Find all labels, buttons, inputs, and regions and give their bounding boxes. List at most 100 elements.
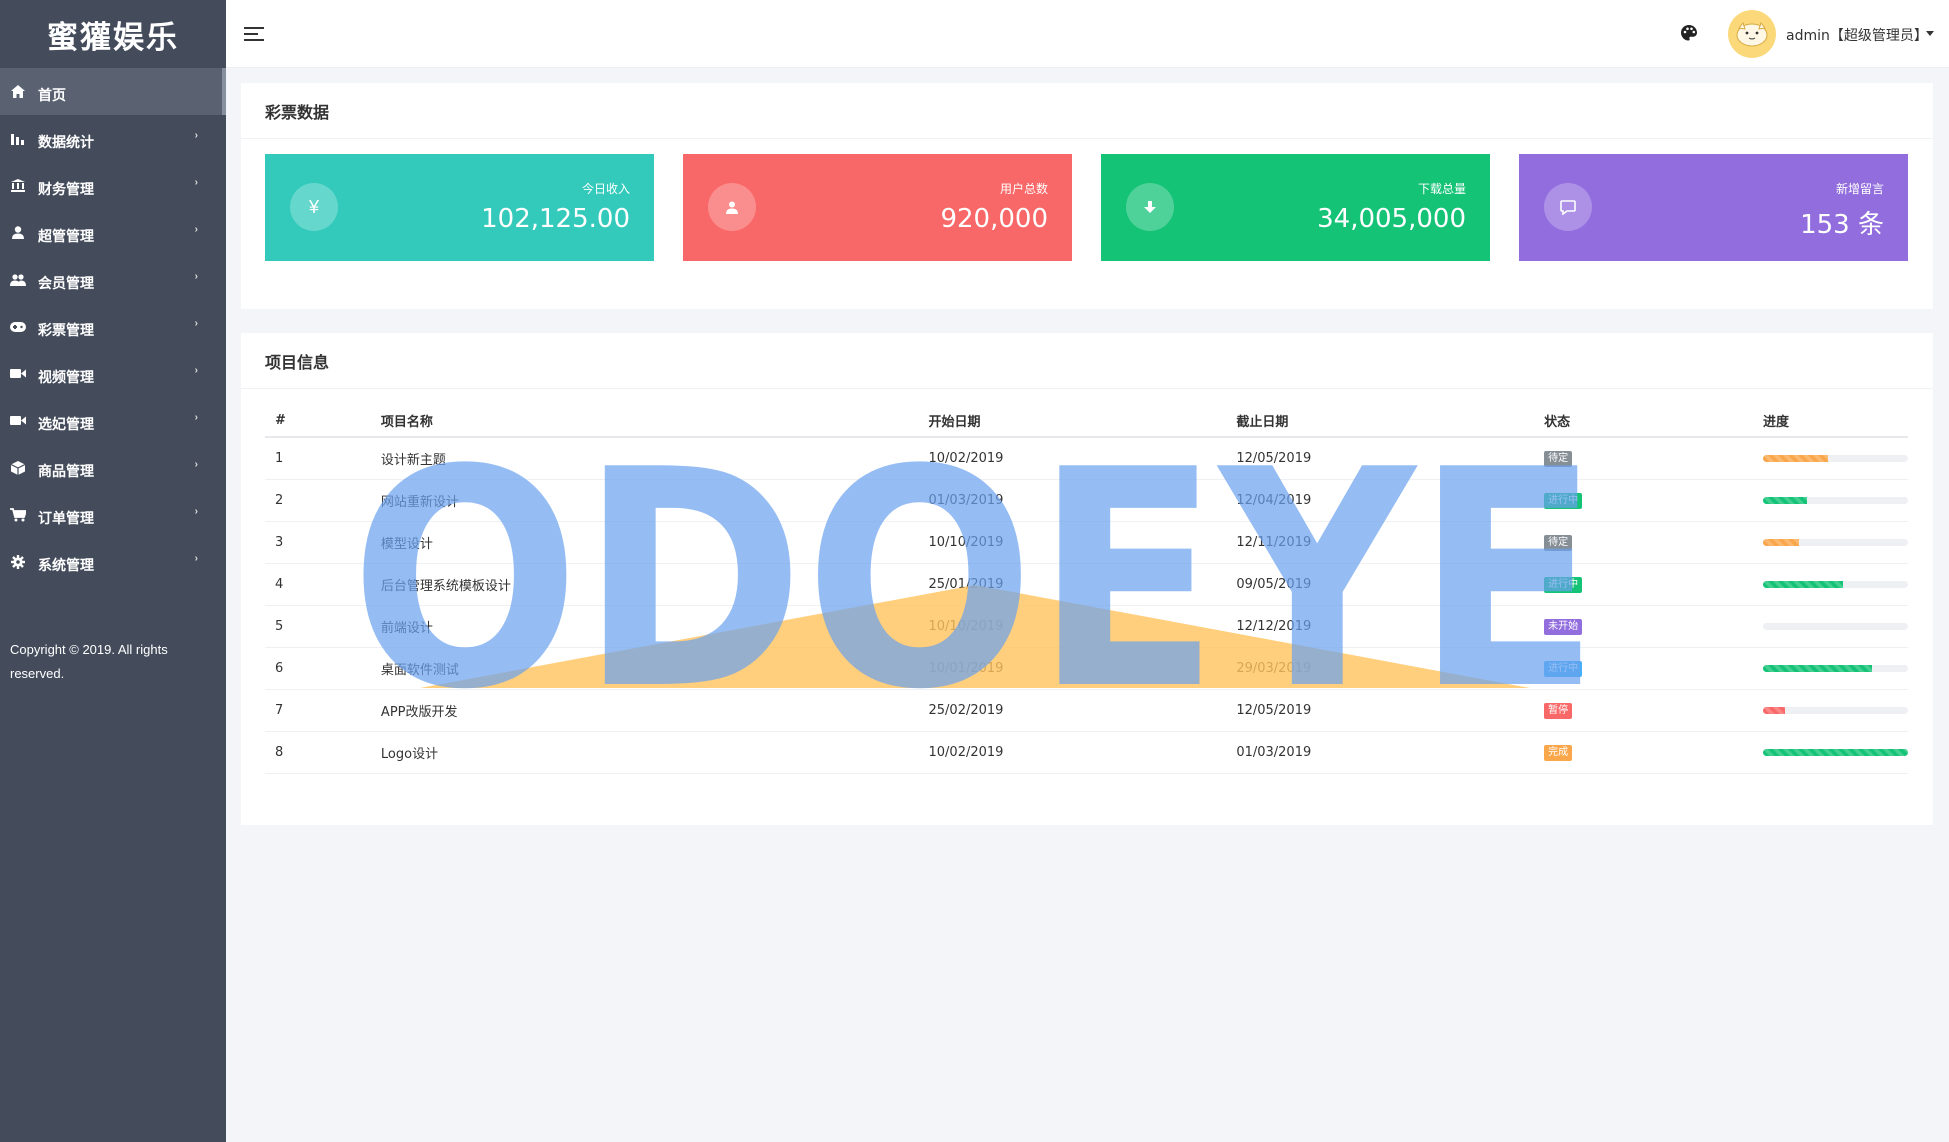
stat-card-messages: 新增留言 153 条 bbox=[1519, 154, 1908, 261]
row-id: 4 bbox=[265, 563, 371, 606]
avatar[interactable] bbox=[1728, 10, 1776, 58]
chevron-down-icon[interactable] bbox=[1926, 31, 1934, 36]
table-header-row: # 项目名称 开始日期 截止日期 状态 进度 bbox=[265, 405, 1908, 438]
chevron-right-icon: › bbox=[194, 412, 198, 423]
row-end-date: 01/03/2019 bbox=[1226, 731, 1535, 774]
sidebar-item-label: 商品管理 bbox=[38, 463, 94, 480]
column-header: 进度 bbox=[1753, 405, 1908, 438]
table-row[interactable]: 8 Logo设计 10/02/2019 01/03/2019 完成 bbox=[265, 731, 1908, 774]
row-project-name: Logo设计 bbox=[370, 731, 919, 774]
progress-bar bbox=[1763, 706, 1908, 714]
status-badge: 进行中 bbox=[1544, 492, 1583, 509]
progress-bar bbox=[1763, 538, 1908, 546]
status-badge: 进行中 bbox=[1544, 660, 1583, 677]
sidebar-item-label: 超管管理 bbox=[38, 228, 94, 245]
row-status: 进行中 bbox=[1534, 479, 1753, 522]
sidebar-item-home[interactable]: 首页 bbox=[0, 68, 226, 115]
progress-bar bbox=[1763, 580, 1908, 588]
progress-bar-fill bbox=[1763, 538, 1800, 546]
chevron-right-icon: › bbox=[194, 224, 198, 235]
row-progress bbox=[1753, 563, 1908, 606]
user-menu[interactable]: admin【超级管理员】 bbox=[1786, 25, 1928, 45]
row-status: 完成 bbox=[1534, 731, 1753, 774]
chevron-right-icon: › bbox=[194, 318, 198, 329]
progress-bar-fill bbox=[1763, 748, 1908, 756]
comment-icon bbox=[1544, 183, 1592, 231]
table-row[interactable]: 7 APP改版开发 25/02/2019 12/05/2019 暂停 bbox=[265, 689, 1908, 732]
table-row[interactable]: 6 桌面软件测试 10/01/2019 29/03/2019 进行中 bbox=[265, 647, 1908, 690]
status-badge: 未开始 bbox=[1544, 618, 1583, 635]
row-progress bbox=[1753, 437, 1908, 480]
bank-icon bbox=[8, 177, 28, 195]
row-project-name: 设计新主题 bbox=[370, 437, 919, 480]
camera-icon bbox=[8, 412, 28, 430]
table-row[interactable]: 2 网站重新设计 01/03/2019 12/04/2019 进行中 bbox=[265, 479, 1908, 522]
row-progress bbox=[1753, 731, 1908, 774]
sidebar-item-system[interactable]: 系统管理 › bbox=[0, 538, 226, 585]
table-row[interactable]: 3 模型设计 10/10/2019 12/11/2019 待定 bbox=[265, 521, 1908, 564]
row-status: 待定 bbox=[1534, 521, 1753, 564]
box-icon bbox=[8, 459, 28, 477]
menu-toggle-icon[interactable] bbox=[244, 25, 266, 43]
status-badge: 完成 bbox=[1544, 744, 1573, 761]
progress-bar bbox=[1763, 622, 1908, 630]
stat-label: 新增留言 bbox=[1835, 182, 1884, 196]
column-header: 截止日期 bbox=[1226, 405, 1535, 438]
sidebar-item-orders[interactable]: 订单管理 › bbox=[0, 491, 226, 538]
sidebar-item-finance[interactable]: 财务管理 › bbox=[0, 162, 226, 209]
row-progress bbox=[1753, 479, 1908, 522]
row-progress bbox=[1753, 647, 1908, 690]
sidebar-item-statistics[interactable]: 数据统计 › bbox=[0, 115, 226, 162]
home-icon bbox=[8, 83, 28, 101]
row-project-name: 网站重新设计 bbox=[370, 479, 919, 522]
row-end-date: 12/11/2019 bbox=[1226, 521, 1535, 564]
brand-logo[interactable]: 蜜獾娱乐 bbox=[0, 0, 226, 68]
row-end-date: 12/05/2019 bbox=[1226, 689, 1535, 732]
row-id: 5 bbox=[265, 605, 371, 648]
row-start-date: 10/01/2019 bbox=[918, 647, 1227, 690]
table-row[interactable]: 5 前端设计 10/10/2019 12/12/2019 未开始 bbox=[265, 605, 1908, 648]
chevron-right-icon: › bbox=[194, 506, 198, 517]
project-table-body: 1 设计新主题 10/02/2019 12/05/2019 待定 2 网站重新设计 01/03… bbox=[265, 437, 1908, 774]
users-icon bbox=[8, 271, 28, 289]
sidebar-item-members[interactable]: 会员管理 › bbox=[0, 256, 226, 303]
stat-label: 下载总量 bbox=[1417, 182, 1466, 196]
sidebar-item-superadmin[interactable]: 超管管理 › bbox=[0, 209, 226, 256]
row-end-date: 12/04/2019 bbox=[1226, 479, 1535, 522]
stat-card-downloads: 下载总量 34,005,000 bbox=[1101, 154, 1490, 261]
row-start-date: 10/10/2019 bbox=[918, 605, 1227, 648]
row-project-name: 模型设计 bbox=[370, 521, 919, 564]
row-project-name: 后台管理系统模板设计 bbox=[370, 563, 919, 606]
progress-bar-fill bbox=[1763, 580, 1843, 588]
project-panel-title: 项目信息 bbox=[241, 333, 1933, 389]
row-status: 待定 bbox=[1534, 437, 1753, 480]
sidebar-item-lottery[interactable]: 彩票管理 › bbox=[0, 303, 226, 350]
sidebar-item-label: 彩票管理 bbox=[38, 322, 94, 339]
palette-icon[interactable] bbox=[1680, 24, 1700, 44]
stats-panel: 彩票数据 ¥ 今日收入 102,125.00 用户总数 920,000 下载总量… bbox=[241, 83, 1933, 309]
stat-value: 153 条 bbox=[1800, 210, 1884, 240]
status-badge: 待定 bbox=[1544, 534, 1573, 551]
sidebar-item-label: 财务管理 bbox=[38, 181, 94, 198]
table-row[interactable]: 1 设计新主题 10/02/2019 12/05/2019 待定 bbox=[265, 437, 1908, 480]
video-icon bbox=[8, 365, 28, 383]
column-header: 开始日期 bbox=[918, 405, 1227, 438]
row-start-date: 25/01/2019 bbox=[918, 563, 1227, 606]
stat-card-users: 用户总数 920,000 bbox=[683, 154, 1072, 261]
stats-panel-title: 彩票数据 bbox=[241, 83, 1933, 139]
sidebar-item-videos[interactable]: 视频管理 › bbox=[0, 350, 226, 397]
row-start-date: 10/10/2019 bbox=[918, 521, 1227, 564]
chevron-right-icon: › bbox=[194, 177, 198, 188]
progress-bar-fill bbox=[1763, 706, 1785, 714]
sidebar-item-products[interactable]: 商品管理 › bbox=[0, 444, 226, 491]
row-progress bbox=[1753, 605, 1908, 648]
progress-bar-fill bbox=[1763, 664, 1872, 672]
status-badge: 暂停 bbox=[1544, 702, 1573, 719]
download-icon bbox=[1126, 183, 1174, 231]
table-row[interactable]: 4 后台管理系统模板设计 25/01/2019 09/05/2019 进行中 bbox=[265, 563, 1908, 606]
column-header: # bbox=[265, 405, 371, 438]
row-start-date: 10/02/2019 bbox=[918, 437, 1227, 480]
gear-icon bbox=[8, 553, 28, 571]
row-start-date: 01/03/2019 bbox=[918, 479, 1227, 522]
sidebar-item-selection[interactable]: 选妃管理 › bbox=[0, 397, 226, 444]
